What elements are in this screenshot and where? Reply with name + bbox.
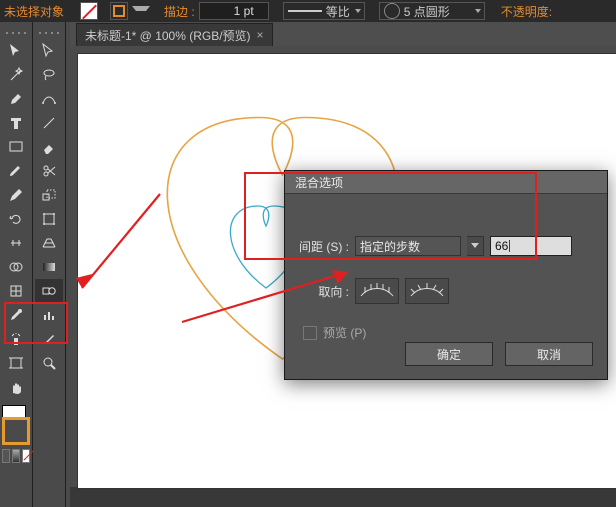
brush-preview-icon	[384, 3, 400, 19]
orientation-row: 取向 :	[299, 278, 593, 304]
hand-tool[interactable]	[2, 375, 30, 399]
blend-tool[interactable]	[35, 279, 63, 303]
ok-button[interactable]: 确定	[405, 342, 493, 366]
type-tool[interactable]	[2, 111, 30, 135]
symbol-sprayer-tool[interactable]	[2, 327, 30, 351]
magic-wand-tool[interactable]	[2, 63, 30, 87]
line-tool[interactable]	[35, 111, 63, 135]
stroke-swatch[interactable]	[110, 2, 128, 20]
spacing-row: 间距 (S) : 指定的步数 66	[299, 236, 593, 256]
stroke-weight-field[interactable]: 1 pt	[199, 2, 269, 20]
stroke-weight-value: 1 pt	[234, 4, 254, 18]
eraser-tool[interactable]	[35, 135, 63, 159]
document-tab[interactable]: 未标题-1* @ 100% (RGB/预览) ×	[76, 23, 273, 46]
profile-preview-icon	[288, 10, 322, 12]
spacing-label: 间距 (S) :	[299, 238, 349, 255]
tool-column-a	[0, 22, 33, 507]
scissors-tool[interactable]	[35, 159, 63, 183]
zoom-tool[interactable]	[35, 351, 63, 375]
shape-builder-tool[interactable]	[2, 255, 30, 279]
free-transform-tool[interactable]	[35, 207, 63, 231]
orientation-align-path[interactable]	[405, 278, 449, 304]
eyedropper-tool[interactable]	[2, 303, 30, 327]
spacing-mode-select[interactable]: 指定的步数	[355, 236, 461, 256]
tool-column-b	[33, 22, 66, 507]
scale-tool[interactable]	[35, 183, 63, 207]
options-bar: 未选择对象 描边 : 1 pt 等比 5 点圆形 不透明度:	[0, 0, 616, 23]
mesh-tool[interactable]	[2, 279, 30, 303]
profile-label: 等比	[326, 3, 350, 20]
slice-tool[interactable]	[35, 327, 63, 351]
orientation-align-page[interactable]	[355, 278, 399, 304]
color-mode-row	[2, 449, 30, 463]
rotate-tool[interactable]	[2, 207, 30, 231]
preview-row: 预览 (P)	[303, 324, 366, 341]
stroke-color[interactable]	[2, 417, 30, 445]
cancel-label: 取消	[537, 346, 561, 363]
curvature-tool[interactable]	[35, 87, 63, 111]
brush-label: 5 点圆形	[404, 3, 450, 20]
rectangle-tool[interactable]	[2, 135, 30, 159]
toolbox	[0, 22, 70, 507]
column-graph-tool[interactable]	[35, 303, 63, 327]
color-mode-solid[interactable]	[2, 449, 10, 463]
gradient-tool[interactable]	[35, 255, 63, 279]
cancel-button[interactable]: 取消	[505, 342, 593, 366]
selection-status: 未选择对象	[4, 3, 64, 20]
brush-tool[interactable]	[2, 159, 30, 183]
orientation-label: 取向 :	[299, 283, 349, 300]
pen-tool[interactable]	[2, 87, 30, 111]
document-tabs: 未标题-1* @ 100% (RGB/预览) ×	[70, 22, 616, 47]
blend-options-dialog: 混合选项 间距 (S) : 指定的步数 66 取向 :	[284, 170, 608, 380]
preview-checkbox[interactable]	[303, 326, 317, 340]
lasso-tool[interactable]	[35, 63, 63, 87]
perspective-grid-tool[interactable]	[35, 231, 63, 255]
ok-label: 确定	[437, 346, 461, 363]
close-tab-icon[interactable]: ×	[257, 28, 264, 42]
pencil-tool[interactable]	[2, 183, 30, 207]
opacity-label: 不透明度:	[501, 3, 552, 20]
preview-label: 预览 (P)	[323, 324, 366, 341]
fill-swatch[interactable]	[80, 2, 98, 20]
spacing-steps-input[interactable]: 66	[490, 236, 572, 256]
color-mode-gradient[interactable]	[12, 449, 20, 463]
panel-grip[interactable]	[39, 32, 59, 35]
stroke-label: 描边 :	[164, 3, 195, 20]
selection-tool[interactable]	[2, 39, 30, 63]
spacing-steps-value: 66	[495, 239, 508, 253]
document-tab-title: 未标题-1* @ 100% (RGB/预览)	[85, 27, 251, 44]
spacing-mode-dropdown-icon[interactable]	[467, 236, 484, 256]
fill-stroke-control[interactable]	[2, 405, 30, 445]
spacing-mode-value: 指定的步数	[360, 238, 420, 255]
color-mode-none[interactable]	[22, 449, 30, 463]
dialog-title: 混合选项	[285, 171, 607, 194]
brush-select[interactable]: 5 点圆形	[379, 2, 485, 20]
panel-grip[interactable]	[6, 32, 26, 35]
width-tool[interactable]	[2, 231, 30, 255]
profile-select[interactable]: 等比	[283, 2, 365, 20]
direct-selection-tool[interactable]	[35, 39, 63, 63]
swatch-dropdown-icon[interactable]	[132, 6, 150, 21]
artboard-tool[interactable]	[2, 351, 30, 375]
